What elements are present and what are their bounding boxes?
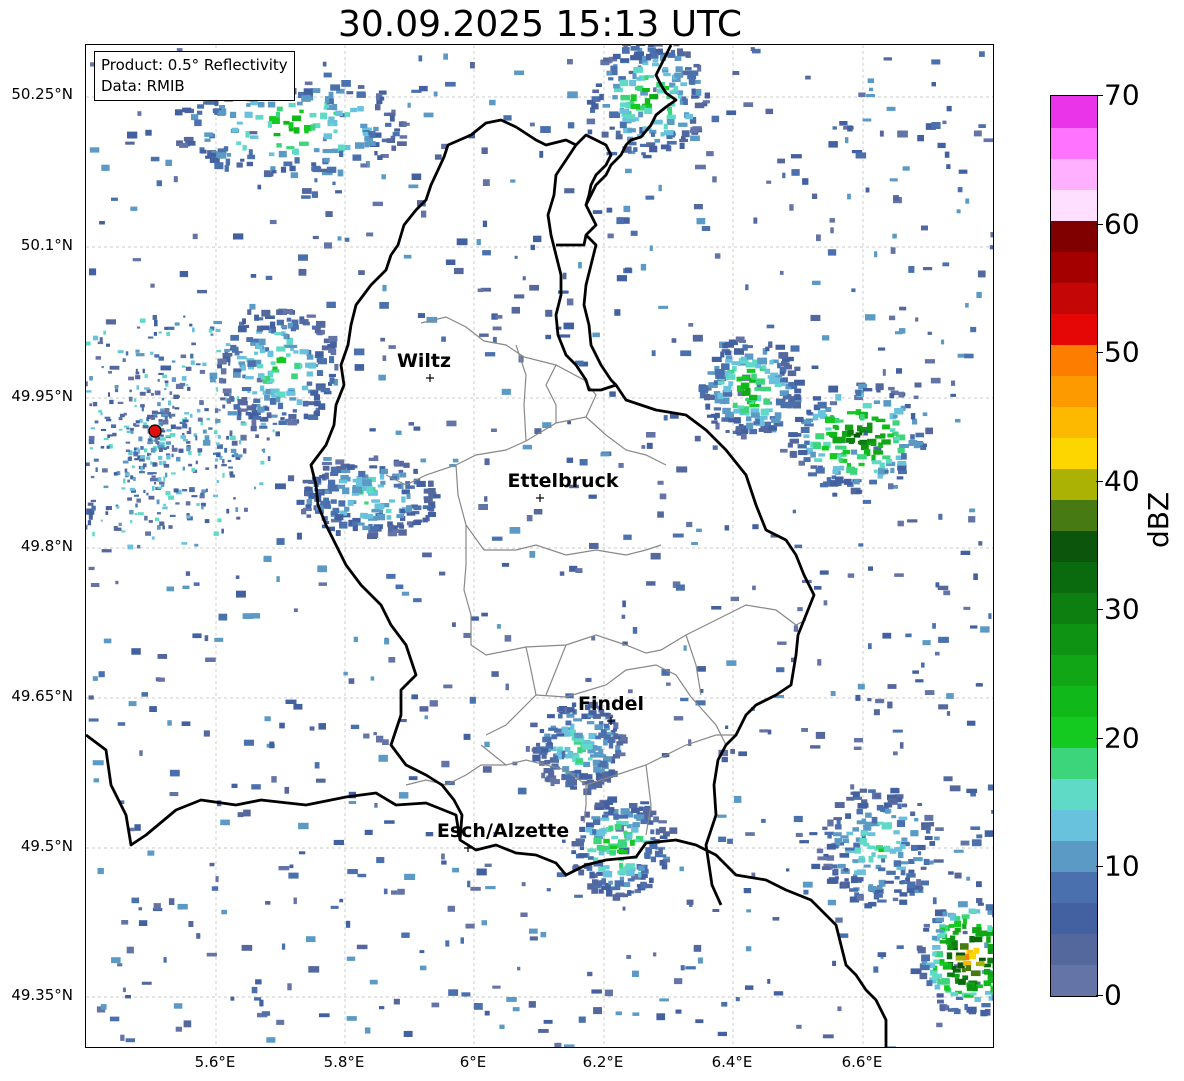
lon-tick-label: 6°E: [459, 1053, 487, 1071]
lon-tick-label: 6.6°E: [841, 1053, 883, 1071]
colorbar-segment: [1051, 499, 1097, 531]
lat-tick-label: 50.25°N: [11, 85, 73, 103]
data-source-label: Data: RMIB: [101, 77, 185, 95]
colorbar-segment: [1051, 747, 1097, 780]
colorbar-segment: [1051, 437, 1097, 469]
colorbar-segment: [1051, 840, 1097, 873]
colorbar-segment: [1051, 809, 1097, 842]
colorbar-segment: [1051, 592, 1097, 625]
lat-tick-label: 49.8°N: [20, 537, 73, 555]
colorbar-tick-label: 50: [1104, 335, 1140, 369]
city-label-findel: Findel: [577, 693, 645, 715]
colorbar-segment: [1051, 716, 1097, 749]
lon-tick-label: 6.2°E: [582, 1053, 624, 1071]
radar-site-marker: [148, 424, 162, 438]
city-label-esch-alzette: Esch/Alzette: [436, 820, 570, 842]
colorbar-label: dBZ: [1142, 491, 1175, 548]
colorbar-segment: [1051, 561, 1097, 594]
colorbar-tick: [1096, 995, 1103, 996]
colorbar-tick: [1096, 609, 1103, 611]
colorbar-tick: [1096, 95, 1103, 96]
colorbar-segment: [1051, 375, 1097, 407]
colorbar-segment: [1051, 964, 1097, 997]
colorbar-tick: [1096, 866, 1103, 868]
colorbar-segment: [1051, 468, 1097, 500]
colorbar-segment: [1051, 313, 1097, 345]
colorbar-segment: [1051, 871, 1097, 904]
colorbar-tick-label: 0: [1104, 978, 1122, 1012]
radar-map[interactable]: [85, 44, 994, 1048]
lon-tick-label: 5.6°E: [194, 1053, 236, 1071]
colorbar-tick-label: 20: [1104, 721, 1140, 755]
lat-tick-label: 49.5°N: [20, 837, 73, 855]
product-info-box: Product: 0.5° Reflectivity Data: RMIB: [94, 51, 295, 101]
colorbar-segment: [1051, 654, 1097, 687]
colorbar-tick-label: 70: [1104, 78, 1140, 112]
lat-tick-label: 49.65°N: [11, 687, 73, 705]
colorbar-segment: [1051, 406, 1097, 438]
colorbar-segment: [1051, 127, 1097, 159]
lat-tick-label: 49.95°N: [11, 387, 73, 405]
product-label: Product: 0.5° Reflectivity: [101, 56, 288, 74]
map-title: 30.09.2025 15:13 UTC: [337, 4, 743, 45]
city-label-ettelbruck: Ettelbruck: [507, 470, 619, 492]
colorbar-segment: [1051, 189, 1097, 221]
colorbar-segment: [1051, 623, 1097, 656]
colorbar-segment: [1051, 530, 1097, 562]
colorbar-tick: [1096, 737, 1103, 739]
colorbar-tick: [1096, 480, 1103, 482]
city-label-wiltz: Wiltz: [396, 350, 452, 372]
colorbar-segment: [1051, 685, 1097, 718]
colorbar-tick-label: 60: [1104, 207, 1140, 241]
colorbar-tick-label: 40: [1104, 464, 1140, 498]
radar-map-canvas: [86, 45, 993, 1047]
colorbar-tick: [1096, 352, 1103, 354]
colorbar-segment: [1051, 282, 1097, 314]
colorbar-segment: [1051, 220, 1097, 252]
colorbar-tick: [1096, 223, 1103, 225]
colorbar-segment: [1051, 778, 1097, 811]
lon-tick-label: 5.8°E: [323, 1053, 365, 1071]
country-borders: [86, 45, 888, 1047]
colorbar-segment: [1051, 902, 1097, 935]
lat-tick-label: 49.35°N: [11, 986, 73, 1004]
lon-tick-label: 6.4°E: [711, 1053, 753, 1071]
colorbar-segment: [1051, 158, 1097, 190]
colorbar-segment: [1051, 933, 1097, 966]
colorbar-segment: [1051, 96, 1097, 128]
colorbar-tick-label: 30: [1104, 592, 1140, 626]
dbz-colorbar: [1050, 95, 1098, 997]
colorbar-tick-label: 10: [1104, 849, 1140, 883]
lat-tick-label: 50.1°N: [20, 236, 73, 254]
colorbar-segment: [1051, 344, 1097, 376]
colorbar-segment: [1051, 251, 1097, 283]
